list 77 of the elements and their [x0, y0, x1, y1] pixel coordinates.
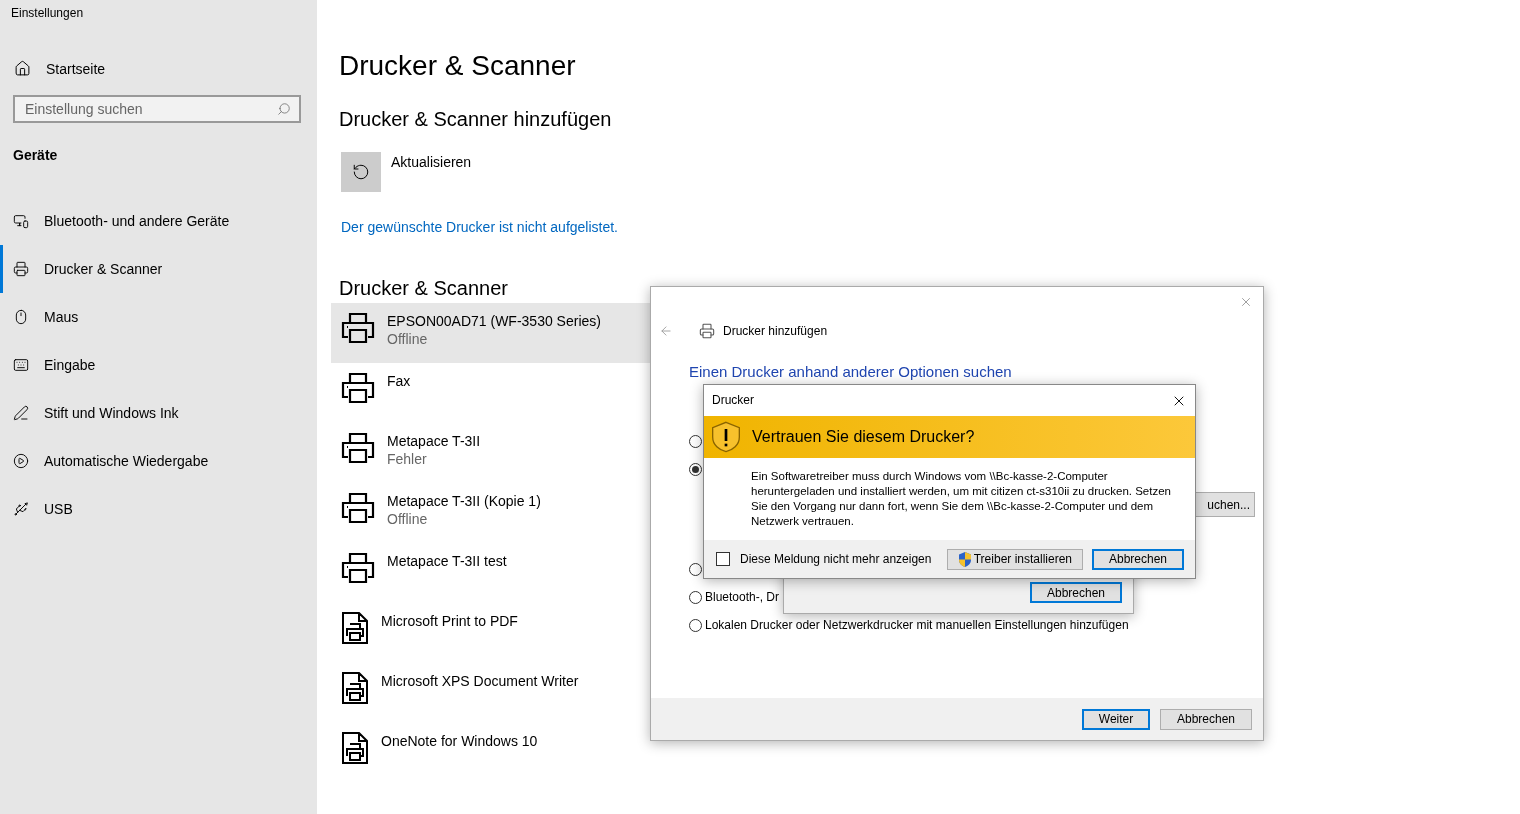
printer-item[interactable]: Metapace T-3II test	[331, 543, 661, 603]
section-heading: Drucker & Scanner hinzufügen	[339, 108, 612, 132]
dialog-title: Drucker hinzufügen	[723, 324, 828, 338]
dialog-button[interactable]: Abbrechen	[1092, 548, 1184, 570]
refresh-label: Aktualisieren	[391, 154, 472, 172]
window-title: Einstellungen	[10, 5, 85, 20]
printer-item[interactable]: Microsoft XPS Document Writer	[331, 663, 661, 723]
option-label: Lokalen Drucker oder Netzwerkdrucker mit manuellen Einstellungen hinzufügen	[705, 618, 1129, 632]
shield-icon	[957, 551, 972, 567]
home-link[interactable]: Startseite	[14, 60, 317, 77]
document-printer-icon	[341, 671, 369, 705]
checkbox-label: Diese Meldung nicht mehr anzeigen	[740, 552, 932, 567]
printer-icon	[341, 371, 375, 405]
option-label: Bluetooth-, Dr	[705, 590, 780, 604]
search-icon	[277, 102, 291, 116]
printer-name: EPSON00AD71 (WF-3530 Series)	[387, 313, 601, 329]
radio-button[interactable]	[689, 590, 702, 604]
printer-name: OneNote for Windows 10	[381, 733, 538, 749]
radio-button[interactable]	[689, 562, 702, 576]
close-icon	[1239, 295, 1253, 309]
warning-message: Ein Softwaretreiber muss durch Windows vom \\Bc-kasse-2-Computer heruntergeladen und installiert werden, um mit citizen ct-s310ii zu drucken. Setzen Sie den Vorgang nur dann fort, wenn Sie dem \\Bc-kasse-2-Computer und dem Netzwerk vertrauen.	[750, 468, 1172, 529]
home-icon	[14, 60, 31, 77]
refresh-icon	[352, 163, 370, 181]
dialog-button[interactable]: Weiter	[1082, 708, 1150, 730]
printer-item[interactable]: Fax	[331, 363, 661, 423]
warning-heading: Vertrauen Sie diesem Drucker?	[752, 427, 975, 446]
page-title: Drucker & Scanner	[339, 50, 576, 83]
warning-shield-icon	[710, 420, 742, 453]
mouse-icon	[13, 309, 29, 325]
printer-status: Fehler	[387, 451, 428, 467]
nav-item[interactable]: Bluetooth- und andere Geräte	[0, 197, 317, 245]
dialog-button[interactable]: Abbrechen	[1160, 708, 1252, 730]
nav-item[interactable]: Drucker & Scanner	[0, 245, 317, 293]
devices-icon	[13, 213, 29, 229]
cancel-button[interactable]: Abbrechen	[1030, 582, 1122, 603]
checkbox[interactable]	[716, 552, 730, 567]
printer-name: Metapace T-3II (Kopie 1)	[387, 493, 541, 509]
printer-icon	[341, 551, 375, 585]
document-printer-icon	[341, 731, 369, 765]
printer-item[interactable]: Metapace T-3II (Kopie 1) Offline	[331, 483, 661, 543]
printer-icon	[13, 261, 29, 277]
printer-status: Offline	[387, 331, 429, 347]
radio-button[interactable]	[689, 462, 702, 476]
keyboard-icon	[13, 357, 29, 373]
printer-icon	[341, 311, 375, 345]
nav-item[interactable]: Eingabe	[0, 341, 317, 389]
printer-name: Microsoft Print to PDF	[381, 613, 518, 629]
dialog-title: Drucker	[712, 393, 754, 408]
nav-item[interactable]: USB	[0, 485, 317, 533]
printer-name: Metapace T-3II	[387, 433, 481, 449]
printer-name: Metapace T-3II test	[387, 553, 507, 569]
printer-item[interactable]: Microsoft Print to PDF	[331, 603, 661, 663]
document-printer-icon	[341, 611, 369, 645]
nav-item[interactable]: Maus	[0, 293, 317, 341]
pen-icon	[13, 405, 29, 421]
section-heading: Geräte	[13, 147, 59, 165]
printer-not-listed-link[interactable]: Der gewünschte Drucker ist nicht aufgelistet.	[341, 219, 618, 235]
printer-name: Microsoft XPS Document Writer	[381, 673, 579, 689]
radio-button[interactable]	[689, 434, 702, 448]
printer-item[interactable]: OneNote for Windows 10	[331, 723, 661, 783]
search-box[interactable]: Einstellung suchen	[13, 95, 301, 123]
nav-item[interactable]: Automatische Wiedergabe	[0, 437, 317, 485]
refresh-button[interactable]	[341, 152, 381, 192]
dialog-heading: Einen Drucker anhand anderer Optionen suchen	[689, 363, 1012, 380]
play-icon	[13, 453, 29, 469]
printer-icon	[341, 491, 375, 525]
printer-icon	[341, 431, 375, 465]
dialog-button[interactable]: Treiber installieren	[946, 548, 1083, 570]
radio-button[interactable]	[689, 618, 702, 632]
printer-icon	[699, 323, 715, 339]
section-heading: Drucker & Scanner	[339, 277, 508, 301]
printer-status: Offline	[387, 511, 429, 527]
nav-item[interactable]: Stift und Windows Ink	[0, 389, 317, 437]
usb-icon	[13, 501, 29, 517]
search-field[interactable]: Einstellung suchen	[25, 97, 277, 121]
printer-item[interactable]: Metapace T-3II Fehler	[331, 423, 661, 483]
printer-name: Fax	[387, 373, 411, 389]
